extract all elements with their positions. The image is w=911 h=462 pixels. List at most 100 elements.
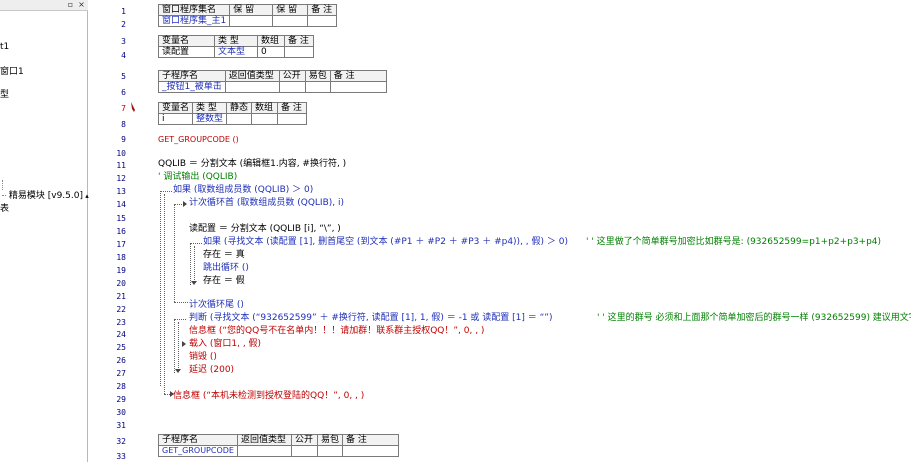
line-number: 28	[116, 382, 126, 391]
line-number: 2	[121, 20, 126, 29]
tree-item-module-sub[interactable]: 表	[0, 201, 9, 214]
line-number: 23	[116, 318, 126, 327]
subroutine-name-cell[interactable]: _按钮1_被单击	[158, 81, 226, 93]
variable-name-cell[interactable]: i	[157, 113, 194, 125]
code-line-25[interactable]: 载入 (窗口1, , 假)	[189, 339, 261, 350]
line-number: 26	[116, 356, 126, 365]
close-icon[interactable]: ×	[77, 1, 86, 9]
line-number: 32	[116, 437, 126, 446]
table-header-cell: 静态	[226, 102, 253, 114]
line-number: 24	[116, 330, 126, 339]
code-line-24[interactable]: 信息框 (“您的QQ号不在名单内！！！请加群！联系群主授权QQ！”, 0, , …	[189, 326, 484, 337]
table-cell[interactable]	[307, 15, 338, 27]
code-line-20[interactable]: 存在 ＝ 假	[203, 276, 245, 287]
subroutine-table-2: 子程序名 返回值类型 公开 易包 备 注 GET_GROUPCODE	[158, 434, 399, 457]
table-cell[interactable]	[316, 445, 344, 457]
table-header-cell: 保 留	[272, 4, 309, 16]
line-number: 30	[116, 408, 126, 417]
array-cell[interactable]: 0	[257, 46, 285, 58]
table-header-cell: 变量名	[157, 102, 194, 114]
code-line-29[interactable]: 信息框 (“本机未检测到授权登陆的QQ！”, 0, , )	[173, 391, 364, 402]
table-header-cell: 返回值类型	[224, 70, 280, 82]
line-number: 9	[121, 135, 126, 144]
table-header-cell: 变量名	[158, 35, 215, 47]
table-header-cell: 保 留	[229, 4, 274, 16]
code-line-11[interactable]: QQLIB ＝ 分割文本 (编辑框1.内容, #换行符, )	[158, 159, 346, 170]
table-header-cell: 类 型	[192, 102, 228, 114]
table-cell[interactable]	[272, 15, 309, 27]
code-line-13[interactable]: 如果 (取数组成员数 (QQLIB) ＞ 0)	[173, 185, 313, 196]
code-line-17[interactable]: 如果 (寻找文本 (读配置 [1], 删首尾空 (到文本 (#P1 ＋ #P2 …	[203, 237, 568, 248]
tree-item-module[interactable]: 精易模块 [v9.5.0] ▴	[2, 188, 89, 201]
table-header-cell: 易包	[304, 70, 331, 82]
line-number: 21	[116, 292, 126, 301]
table-cell[interactable]	[251, 113, 279, 125]
variable-type-cell[interactable]: 文本型	[214, 46, 258, 58]
code-line-23-comment[interactable]: ' ' 这里的群号 必须和上面那个简单加密后的群号一样 (932652599) …	[597, 313, 911, 324]
assembly-name-cell[interactable]: 窗口程序集_主1	[157, 15, 231, 27]
code-line-27[interactable]: 延迟 (200)	[189, 365, 234, 376]
line-number: 27	[116, 369, 126, 378]
variable-name-cell[interactable]: 读配置	[158, 46, 215, 58]
code-line-26[interactable]: 销毁 ()	[189, 352, 217, 363]
line-number: 1	[121, 7, 126, 16]
table-cell[interactable]	[278, 81, 306, 93]
table-header-cell: 备 注	[342, 434, 399, 446]
table-cell[interactable]	[236, 445, 292, 457]
table-cell[interactable]	[277, 113, 308, 125]
table-cell[interactable]	[342, 445, 399, 457]
table-header-cell: 数组	[251, 102, 279, 114]
table-cell[interactable]	[290, 445, 318, 457]
variable-type-cell[interactable]: 整数型	[192, 113, 228, 125]
table-header-cell: 子程序名	[158, 434, 238, 446]
table-header-cell: 类 型	[214, 35, 258, 47]
line-number: 18	[116, 253, 126, 262]
table-header-cell: 窗口程序集名	[157, 4, 231, 16]
line-number: 33	[116, 452, 126, 461]
line-number: 14	[116, 200, 126, 209]
line-number: 29	[116, 395, 126, 404]
table-header-cell: 公开	[290, 434, 318, 446]
code-line-16[interactable]: 读配置 ＝ 分割文本 (QQLIB [i], “\”, )	[189, 224, 341, 235]
line-number: 15	[116, 214, 126, 223]
subroutine-name-cell[interactable]: GET_GROUPCODE	[158, 445, 238, 457]
code-line-22[interactable]: 计次循环尾 ()	[189, 300, 244, 311]
code-line-12[interactable]: ' 调试输出 (QQLIB)	[158, 172, 237, 183]
code-line-14[interactable]: 计次循环首 (取数组成员数 (QQLIB), i)	[189, 198, 344, 209]
table-header-cell: 备 注	[284, 35, 314, 47]
line-number: 19	[116, 266, 126, 275]
line-number: 17	[116, 240, 126, 249]
table-cell[interactable]	[304, 81, 331, 93]
line-number: 11	[116, 161, 126, 170]
table-header-cell: 备 注	[307, 4, 338, 16]
table-cell[interactable]	[224, 81, 280, 93]
breakpoint-pencil-icon[interactable]	[130, 101, 136, 113]
code-line-17-comment[interactable]: ' ' 这里做了个简单群号加密比如群号是: (932652599=p1+p2+p…	[586, 237, 881, 248]
line-number: 16	[116, 227, 126, 236]
code-line-9[interactable]: GET_GROUPCODE ()	[158, 134, 239, 145]
tree-item-type[interactable]: 型	[0, 87, 9, 100]
line-number: 31	[116, 421, 126, 430]
table-header-cell: 返回值类型	[236, 434, 292, 446]
line-number: 12	[116, 174, 126, 183]
line-number: 8	[121, 120, 126, 129]
table-header-cell: 备 注	[277, 102, 308, 114]
line-number: 25	[116, 343, 126, 352]
line-number: 22	[116, 305, 126, 314]
code-line-19[interactable]: 跳出循环 ()	[203, 263, 249, 274]
subroutine-table: 子程序名 返回值类型 公开 易包 备 注 _按钮1_被单击	[158, 70, 387, 93]
restore-icon[interactable]: ▫	[66, 1, 75, 9]
panel-title-bar: ▫ ×	[0, 0, 88, 11]
code-line-18[interactable]: 存在 ＝ 真	[203, 250, 245, 261]
comment-cell[interactable]	[284, 46, 314, 58]
code-editor[interactable]: 窗口程序集名 保 留 保 留 备 注 窗口程序集_主1 变量名 类 型 数组 备…	[152, 0, 911, 462]
line-number: 10	[116, 149, 126, 158]
table-cell[interactable]	[226, 113, 253, 125]
code-line-23[interactable]: 判断 (寻找文本 (“932652599” ＋ #换行符, 读配置 [1], 1…	[189, 313, 552, 324]
tree-item-window[interactable]: 窗口1	[0, 64, 24, 77]
tree-item-program[interactable]: t1	[0, 42, 9, 52]
table-cell[interactable]	[229, 15, 274, 27]
table-cell[interactable]	[329, 81, 387, 93]
table-header-cell: 备 注	[329, 70, 387, 82]
local-variable-table: 变量名 类 型 静态 数组 备 注 i 整数型	[157, 102, 308, 125]
